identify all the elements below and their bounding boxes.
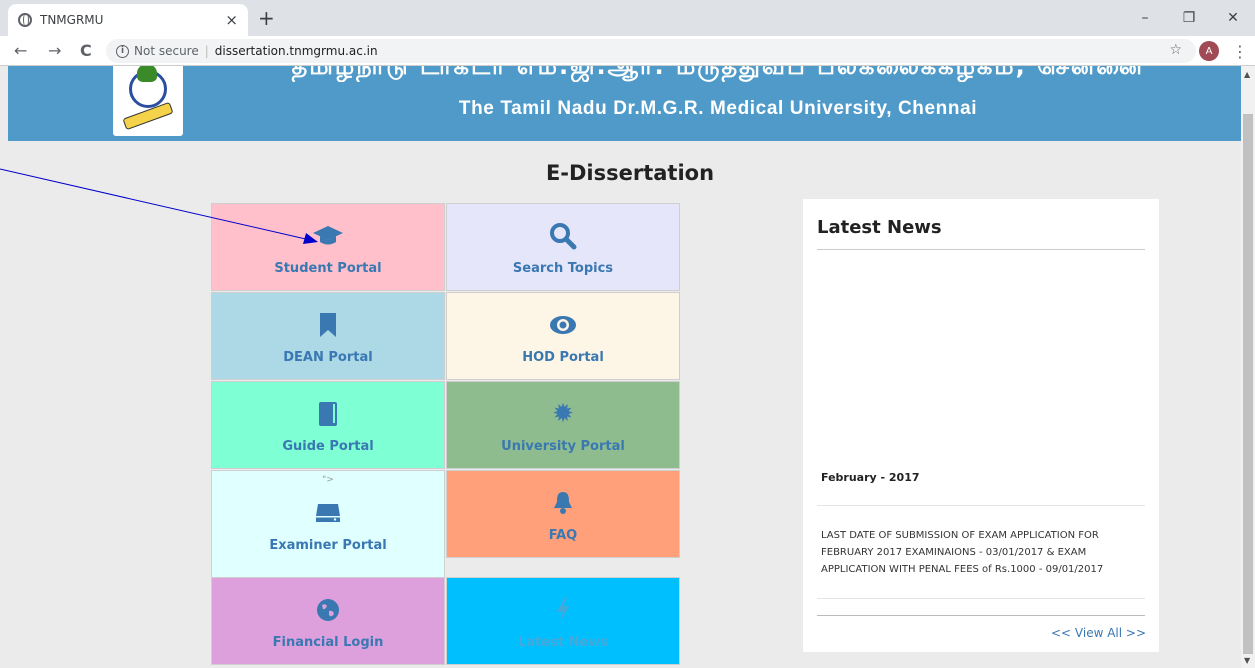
minimize-button[interactable]: – <box>1123 0 1167 36</box>
bookmark-icon <box>318 308 338 342</box>
profile-avatar[interactable]: A <box>1199 41 1219 61</box>
tile-label: Search Topics <box>512 260 614 276</box>
tile-label: HOD Portal <box>522 349 604 365</box>
view-all-link[interactable]: << View All >> <box>1051 626 1146 640</box>
faq-tile[interactable]: FAQ <box>446 470 680 558</box>
english-title: The Tamil Nadu Dr.M.G.R. Medical Univers… <box>458 98 978 119</box>
reload-button[interactable]: C <box>80 41 92 60</box>
scroll-up-arrow-icon[interactable]: ▲ <box>1244 70 1250 79</box>
scroll-thumb[interactable] <box>1243 114 1253 654</box>
info-icon[interactable]: i <box>116 44 129 58</box>
tile-label: Financial Login <box>272 634 384 650</box>
guide-portal-tile[interactable]: Guide Portal <box>211 381 445 469</box>
news-month: February - 2017 <box>821 471 920 484</box>
news-divider <box>817 249 1145 250</box>
tab-close-icon[interactable]: × <box>225 11 238 29</box>
latest-news-panel: Latest News February - 2017 LAST DATE OF… <box>803 199 1159 652</box>
dean-portal-tile[interactable]: DEAN Portal <box>211 292 445 380</box>
news-heading: Latest News <box>817 217 942 238</box>
examiner-portal-tile[interactable]: "> Examiner Portal <box>211 470 445 578</box>
url-separator: | <box>204 44 209 58</box>
scroll-down-arrow-icon[interactable]: ▼ <box>1244 656 1250 665</box>
browser-tab[interactable]: TNMGRMU × <box>8 4 248 36</box>
annotation-arrow <box>0 168 318 244</box>
certificate-icon: ✹ <box>552 398 574 429</box>
tile-label: Examiner Portal <box>269 537 387 553</box>
tab-title: TNMGRMU <box>40 13 104 27</box>
bookmark-star-icon[interactable]: ☆ <box>1169 42 1182 58</box>
forward-button[interactable]: → <box>48 41 61 60</box>
book-icon <box>317 397 339 431</box>
search-topics-tile[interactable]: Search Topics <box>446 203 680 291</box>
tile-note: "> <box>322 475 334 485</box>
globe-icon <box>18 13 32 27</box>
security-label: Not secure <box>134 44 199 58</box>
url-text: dissertation.tnmgrmu.ac.in <box>214 44 378 58</box>
hod-portal-tile[interactable]: HOD Portal <box>446 292 680 380</box>
tile-label: FAQ <box>548 527 578 543</box>
latest-news-tile[interactable]: Latest News <box>446 577 680 665</box>
page-title: E-Dissertation <box>545 161 715 185</box>
bolt-icon <box>555 593 571 627</box>
window-controls: – ❐ ✕ <box>1123 0 1255 36</box>
tile-label: Latest News <box>517 634 608 650</box>
restore-button[interactable]: ❐ <box>1167 0 1211 36</box>
tamil-title: தமிழ்நாடு டாக்டர் எம்.ஜி.ஆர். மருத்துவப்… <box>291 66 1145 80</box>
news-item[interactable]: LAST DATE OF SUBMISSION OF EXAM APPLICAT… <box>821 527 1139 578</box>
globe-icon <box>316 593 340 627</box>
university-portal-tile[interactable]: ✹ University Portal <box>446 381 680 469</box>
eye-icon <box>548 308 578 342</box>
tile-label: DEAN Portal <box>283 349 373 365</box>
url-field[interactable]: i Not secure | dissertation.tnmgrmu.ac.i… <box>106 39 1196 63</box>
browser-menu-icon[interactable]: ⋮ <box>1232 42 1248 61</box>
bell-icon <box>552 486 574 520</box>
news-divider <box>817 598 1145 599</box>
address-bar: ← → C i Not secure | dissertation.tnmgrm… <box>0 36 1255 66</box>
tile-label: University Portal <box>501 438 625 454</box>
browser-tab-strip: TNMGRMU × + – ❐ ✕ <box>0 0 1255 36</box>
back-button[interactable]: ← <box>14 41 27 60</box>
financial-login-tile[interactable]: Financial Login <box>211 577 445 665</box>
new-tab-button[interactable]: + <box>258 6 275 30</box>
close-window-button[interactable]: ✕ <box>1211 0 1255 36</box>
news-divider <box>817 505 1145 506</box>
news-divider <box>817 615 1145 616</box>
search-icon <box>549 219 577 253</box>
tile-label: Guide Portal <box>282 438 374 454</box>
hdd-icon <box>315 496 341 530</box>
vertical-scrollbar[interactable]: ▲ ▼ <box>1241 66 1255 668</box>
